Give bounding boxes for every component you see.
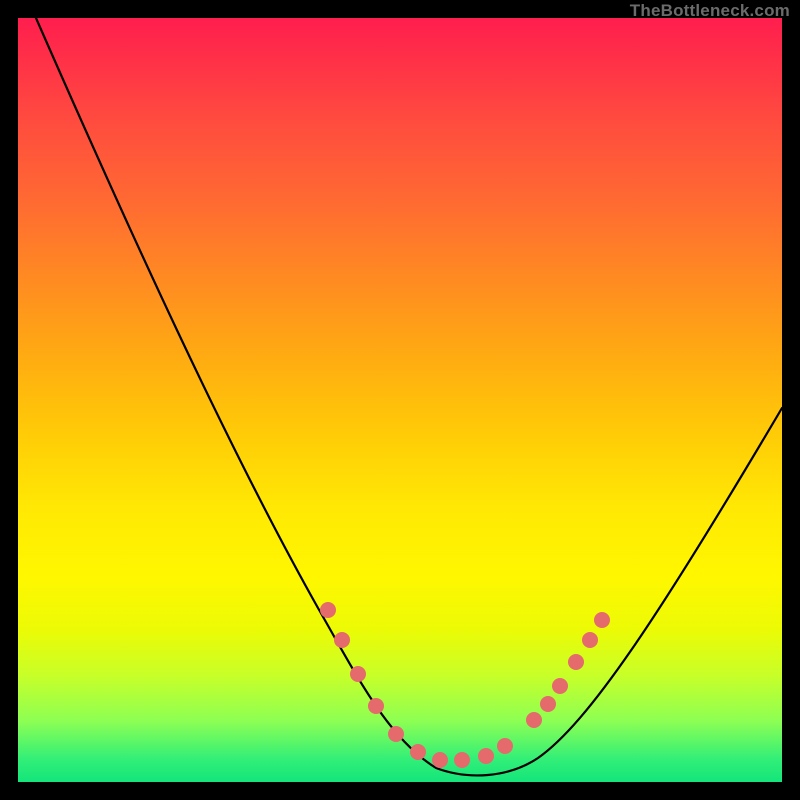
marker-dot [594, 612, 610, 628]
curve-layer [18, 18, 782, 782]
marker-dot [526, 712, 542, 728]
marker-dot [540, 696, 556, 712]
marker-dot [388, 726, 404, 742]
marker-dot [497, 738, 513, 754]
marker-dot [552, 678, 568, 694]
marker-dot [368, 698, 384, 714]
marker-dot [320, 602, 336, 618]
marker-dot [432, 752, 448, 768]
marker-dot [478, 748, 494, 764]
marker-dot [568, 654, 584, 670]
chart-card: { "brand": "TheBottleneck.com", "chart_d… [0, 0, 800, 800]
marker-dot [454, 752, 470, 768]
bottleneck-curve [36, 18, 782, 775]
brand-watermark: TheBottleneck.com [630, 1, 790, 21]
marker-dot [334, 632, 350, 648]
marker-dot [410, 744, 426, 760]
marker-dot [582, 632, 598, 648]
marker-dot [350, 666, 366, 682]
